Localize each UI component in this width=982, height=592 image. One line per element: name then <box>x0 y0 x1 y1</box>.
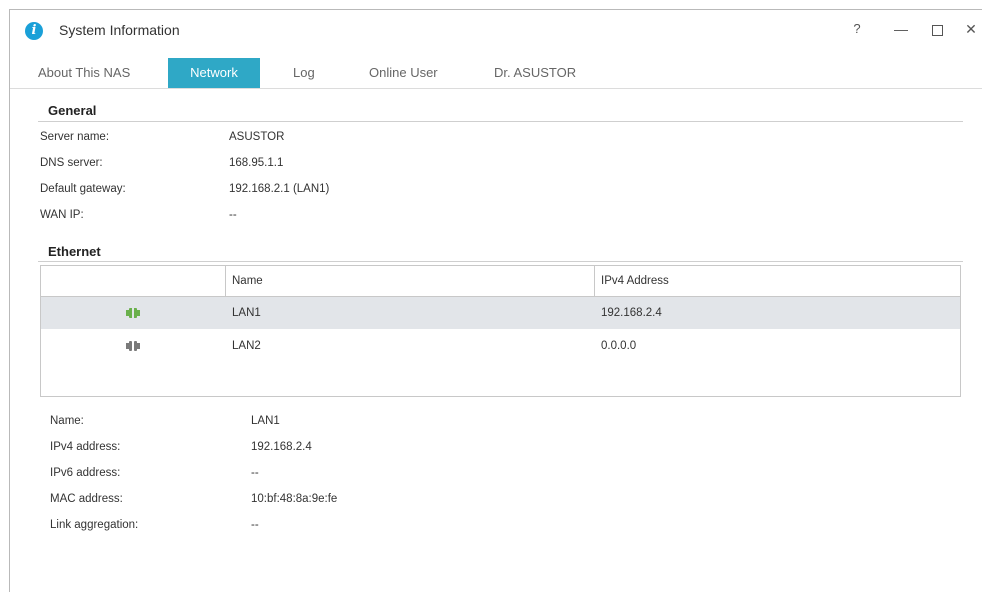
row-name: LAN1 <box>232 307 261 319</box>
tab-dr-asustor[interactable]: Dr. ASUSTOR <box>494 58 576 88</box>
wan-ip-value: -- <box>229 209 237 221</box>
ethernet-divider <box>38 261 963 262</box>
detail-ipv6-label: IPv6 address: <box>50 467 121 479</box>
column-header-ipv4[interactable]: IPv4 Address <box>601 266 669 296</box>
tab-bar: About This NAS Network Log Online User D… <box>10 58 982 88</box>
table-row[interactable]: LAN2 0.0.0.0 <box>41 330 960 362</box>
tab-online-user[interactable]: Online User <box>369 58 438 88</box>
tab-log[interactable]: Log <box>293 58 315 88</box>
maximize-button[interactable] <box>926 18 948 40</box>
general-section-title: General <box>48 103 97 118</box>
close-button[interactable]: ✕ <box>960 18 982 40</box>
detail-link-aggregation-value: -- <box>251 519 259 531</box>
ethernet-table: Name IPv4 Address LAN1 192.168.2.4 LAN2 … <box>40 265 961 397</box>
detail-link-aggregation-label: Link aggregation: <box>50 519 139 531</box>
dns-server-label: DNS server: <box>40 157 103 169</box>
row-ipv4: 192.168.2.4 <box>601 307 662 319</box>
port-disconnected-icon <box>126 341 140 351</box>
maximize-icon <box>931 24 943 36</box>
ethernet-section-title: Ethernet <box>48 244 101 259</box>
server-name-value: ASUSTOR <box>229 131 285 143</box>
info-icon: i <box>25 22 43 40</box>
wan-ip-label: WAN IP: <box>40 209 84 221</box>
system-information-window: i System Information ? — ✕ About This NA… <box>9 9 982 592</box>
title-bar: i System Information ? — ✕ <box>10 10 982 52</box>
help-button[interactable]: ? <box>846 18 868 40</box>
detail-ipv4-label: IPv4 address: <box>50 441 121 453</box>
column-separator <box>225 266 226 296</box>
row-name: LAN2 <box>232 340 261 352</box>
detail-mac-label: MAC address: <box>50 493 123 505</box>
column-separator <box>594 266 595 296</box>
tab-network[interactable]: Network <box>168 58 260 88</box>
dns-server-value: 168.95.1.1 <box>229 157 284 169</box>
row-ipv4: 0.0.0.0 <box>601 340 637 352</box>
tab-divider <box>10 88 982 89</box>
table-row[interactable]: LAN1 192.168.2.4 <box>41 297 960 329</box>
detail-name-label: Name: <box>50 415 84 427</box>
window-title: System Information <box>59 22 180 38</box>
port-connected-icon <box>126 307 140 319</box>
column-header-name[interactable]: Name <box>232 266 263 296</box>
detail-name-value: LAN1 <box>251 415 280 427</box>
table-header: Name IPv4 Address <box>41 266 960 297</box>
detail-ipv6-value: -- <box>251 467 259 479</box>
minimize-button[interactable]: — <box>890 18 912 40</box>
detail-ipv4-value: 192.168.2.4 <box>251 441 312 453</box>
default-gateway-value: 192.168.2.1 (LAN1) <box>229 183 330 195</box>
default-gateway-label: Default gateway: <box>40 183 126 195</box>
detail-mac-value: 10:bf:48:8a:9e:fe <box>251 493 338 505</box>
tab-about-this-nas[interactable]: About This NAS <box>38 58 130 88</box>
server-name-label: Server name: <box>40 131 110 143</box>
general-divider <box>38 121 963 122</box>
